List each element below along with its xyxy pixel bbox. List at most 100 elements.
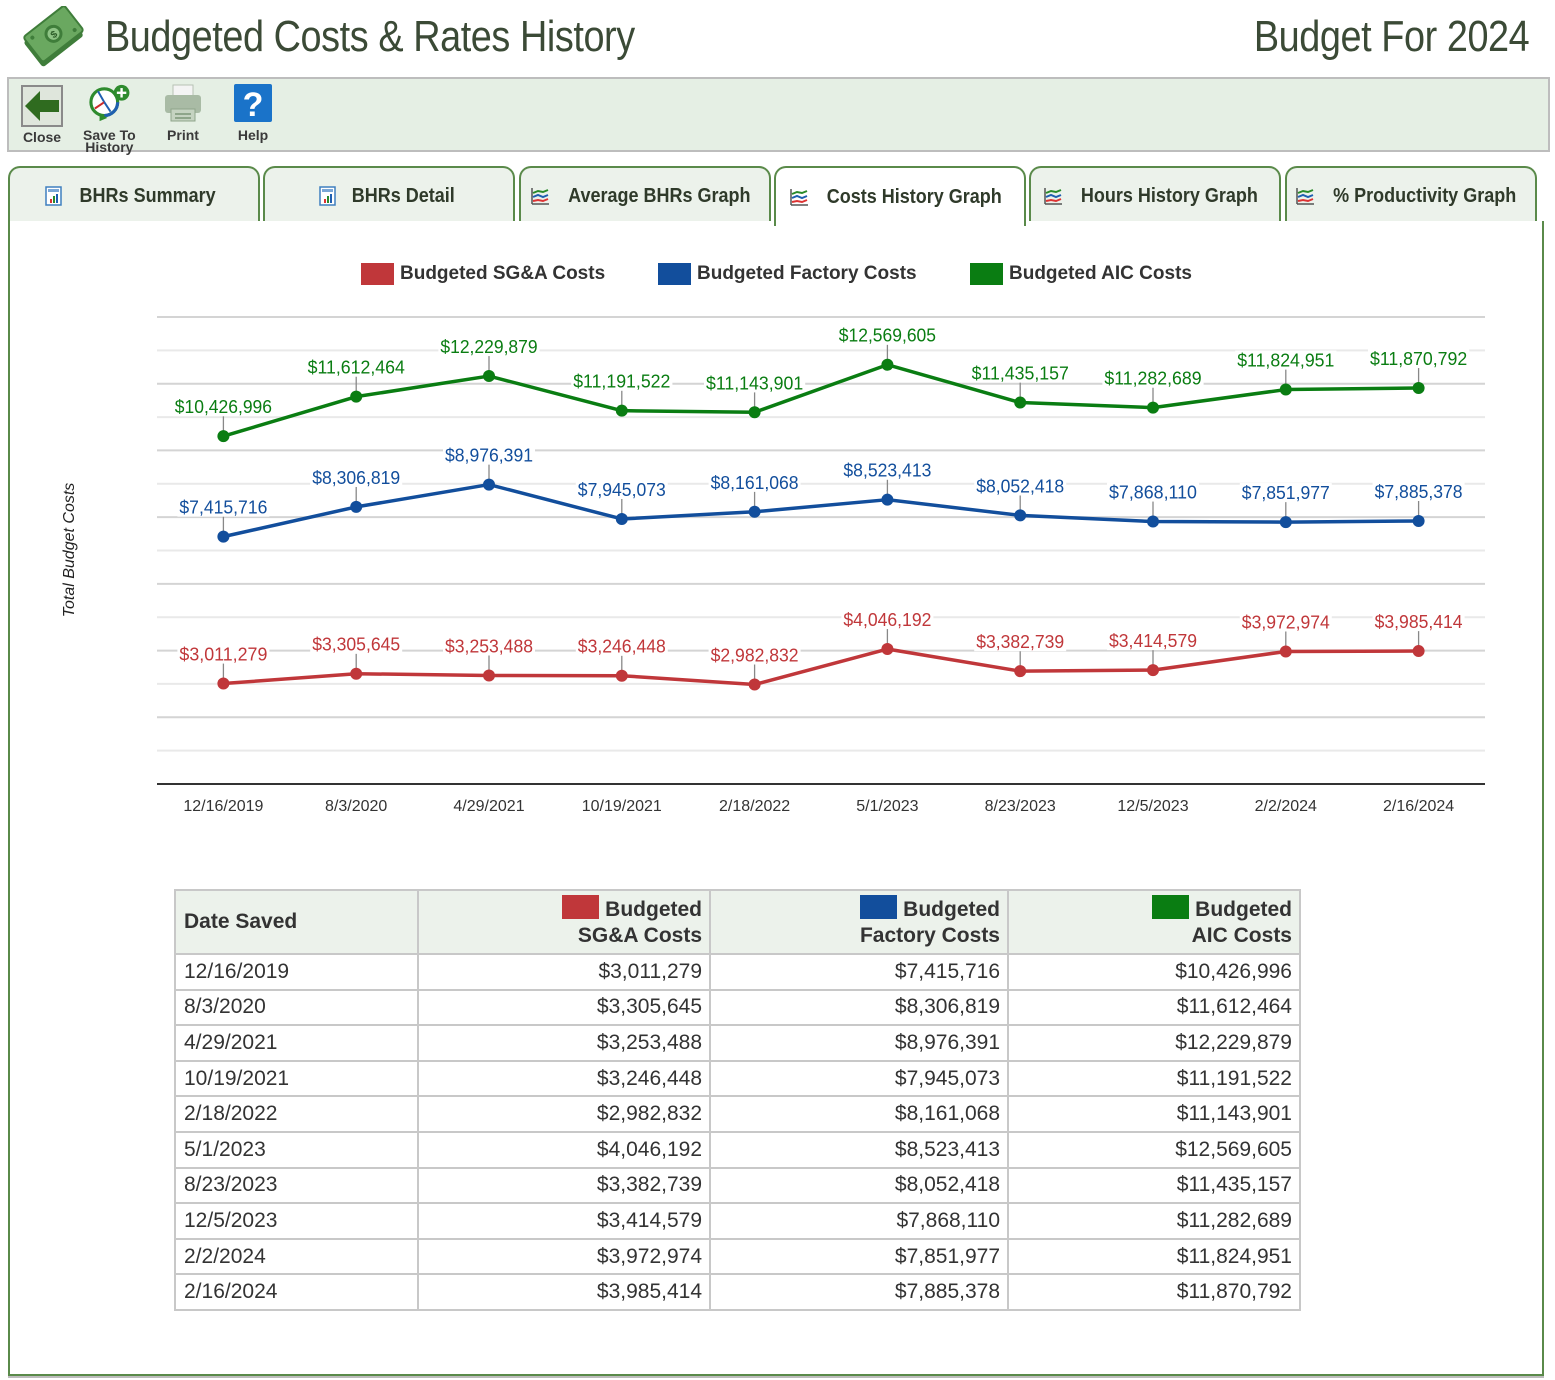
cell-sga: $3,253,488 xyxy=(417,1024,711,1062)
data-label-factory: $7,885,378 xyxy=(1375,482,1463,502)
data-point-factory xyxy=(1014,509,1027,522)
tab-costs-history-graph[interactable]: Costs History Graph xyxy=(774,166,1026,226)
header-sga-costs[interactable]: Budgeted SG&A Costs xyxy=(417,889,711,955)
legend-item-sga[interactable]: Budgeted SG&A Costs xyxy=(361,263,605,285)
data-point-sga xyxy=(1147,664,1159,677)
data-point-aic xyxy=(1279,383,1292,396)
tab-label: Costs History Graph xyxy=(826,185,1002,208)
data-label-factory: $8,052,418 xyxy=(976,476,1064,496)
data-point-aic xyxy=(881,358,894,371)
cell-aic: $12,569,605 xyxy=(1007,1130,1301,1169)
header-aic-line1: Budgeted xyxy=(1195,898,1292,921)
header-aic-costs[interactable]: Budgeted AIC Costs xyxy=(1007,889,1301,955)
cell-sga: $3,985,414 xyxy=(417,1273,711,1311)
costs-history-table: Date Saved Budgeted SG&A Costs Budgeted … xyxy=(174,889,1301,1311)
x-tick-label: 12/5/2023 xyxy=(1117,798,1188,815)
legend-item-factory[interactable]: Budgeted Factory Costs xyxy=(658,263,917,285)
data-point-aic xyxy=(1014,396,1027,409)
data-point-sga xyxy=(1279,645,1292,658)
cell-factory: $7,868,110 xyxy=(709,1202,1009,1240)
data-label-aic: $11,435,157 xyxy=(972,364,1069,384)
series-line-factory xyxy=(223,482,1419,539)
data-label-aic: $12,229,879 xyxy=(440,337,537,357)
data-label-sga: $3,972,974 xyxy=(1242,612,1330,632)
data-label-aic: $11,870,792 xyxy=(1370,349,1467,369)
series-line-sga xyxy=(223,647,1419,687)
data-point-factory xyxy=(1412,514,1425,527)
table-row: 12/5/2023 $3,414,579 $7,868,110 $11,282,689 xyxy=(174,1202,1301,1240)
data-label-factory: $8,161,068 xyxy=(711,473,799,493)
cell-aic: $11,612,464 xyxy=(1007,988,1301,1027)
factory-color-swatch xyxy=(860,895,898,919)
data-label-factory: $7,851,977 xyxy=(1242,483,1330,503)
line-graph-icon xyxy=(790,189,808,206)
cell-date: 2/2/2024 xyxy=(174,1237,419,1276)
data-label-sga: $3,246,448 xyxy=(578,637,666,657)
legend-swatch-factory xyxy=(658,263,691,285)
cell-date: 12/16/2019 xyxy=(174,953,419,991)
x-tick-label: 4/29/2021 xyxy=(453,798,524,815)
data-point-factory xyxy=(217,530,230,543)
header-aic-line2: AIC Costs xyxy=(1191,924,1292,947)
data-point-aic xyxy=(483,370,495,383)
data-label-aic: $12,569,605 xyxy=(839,326,936,346)
cell-factory: $8,523,413 xyxy=(709,1130,1009,1169)
data-point-aic xyxy=(1147,401,1159,414)
table-row: 8/3/2020 $3,305,645 $8,306,819 $11,612,464 xyxy=(174,988,1301,1027)
legend-label-aic: Budgeted AIC Costs xyxy=(1009,263,1192,284)
data-point-aic xyxy=(615,404,628,417)
chart-legend: Budgeted SG&A Costs Budgeted Factory Cos… xyxy=(0,263,1555,289)
data-point-sga xyxy=(881,643,894,656)
cell-factory: $8,976,391 xyxy=(709,1024,1009,1062)
cell-date: 4/29/2021 xyxy=(174,1024,419,1062)
data-label-aic: $11,143,901 xyxy=(706,373,803,393)
header-sga-line1: Budgeted xyxy=(605,898,702,921)
legend-swatch-aic xyxy=(970,263,1003,285)
y-axis-label: Total Budget Costs xyxy=(61,482,78,618)
cell-aic: $11,824,951 xyxy=(1007,1237,1301,1276)
x-tick-label: 10/19/2021 xyxy=(582,798,662,815)
data-point-sga xyxy=(483,669,495,682)
data-label-sga: $3,011,279 xyxy=(179,645,267,665)
cell-aic: $11,435,157 xyxy=(1007,1166,1301,1205)
legend-swatch-sga xyxy=(361,263,394,285)
legend-label-factory: Budgeted Factory Costs xyxy=(697,263,917,284)
header-factory-costs[interactable]: Budgeted Factory Costs xyxy=(709,889,1009,955)
cell-factory: $7,885,378 xyxy=(709,1273,1009,1311)
data-label-sga: $3,253,488 xyxy=(445,636,533,656)
header-factory-line2: Factory Costs xyxy=(859,924,1000,947)
data-point-factory xyxy=(350,500,363,513)
data-point-sga xyxy=(748,678,761,691)
x-tick-label: 2/2/2024 xyxy=(1255,798,1317,815)
table-row: 10/19/2021 $3,246,448 $7,945,073 $11,191,52… xyxy=(174,1059,1301,1098)
cell-date: 2/18/2022 xyxy=(174,1095,419,1133)
cell-aic: $11,282,689 xyxy=(1007,1202,1301,1240)
data-label-aic: $11,191,522 xyxy=(573,372,670,392)
table-row: 5/1/2023 $4,046,192 $8,523,413 $12,569,605 xyxy=(174,1130,1301,1169)
cell-factory: $7,851,977 xyxy=(709,1237,1009,1276)
table-header-row: Date Saved Budgeted SG&A Costs Budgeted … xyxy=(174,889,1301,955)
x-tick-label: 8/3/2020 xyxy=(325,798,387,815)
table-row: 2/2/2024 $3,972,974 $7,851,977 $11,824,951 xyxy=(174,1237,1301,1276)
data-label-sga: $3,305,645 xyxy=(312,635,400,655)
cell-aic: $11,870,792 xyxy=(1007,1273,1301,1311)
cell-factory: $7,945,073 xyxy=(709,1059,1009,1098)
data-label-sga: $3,985,414 xyxy=(1375,612,1463,632)
cell-date: 2/16/2024 xyxy=(174,1273,419,1311)
data-label-factory: $7,945,073 xyxy=(578,480,666,500)
data-point-factory xyxy=(881,493,894,506)
table-row: 8/23/2023 $3,382,739 $8,052,418 $11,435,157 xyxy=(174,1166,1301,1205)
data-label-aic: $11,282,689 xyxy=(1104,369,1201,389)
data-label-factory: $7,868,110 xyxy=(1109,483,1197,503)
data-label-factory: $8,523,413 xyxy=(843,461,931,481)
x-tick-label: 12/16/2019 xyxy=(183,798,263,815)
cell-factory: $8,161,068 xyxy=(709,1095,1009,1133)
legend-item-aic[interactable]: Budgeted AIC Costs xyxy=(970,263,1192,285)
cell-aic: $11,143,901 xyxy=(1007,1095,1301,1133)
cell-aic: $10,426,996 xyxy=(1007,953,1301,991)
data-label-aic: $10,426,996 xyxy=(175,397,272,417)
legend-label-sga: Budgeted SG&A Costs xyxy=(400,263,606,284)
header-date-saved[interactable]: Date Saved xyxy=(174,889,419,955)
cell-sga: $3,305,645 xyxy=(417,988,711,1027)
table-row: 2/16/2024 $3,985,414 $7,885,378 $11,870,792 xyxy=(174,1273,1301,1311)
